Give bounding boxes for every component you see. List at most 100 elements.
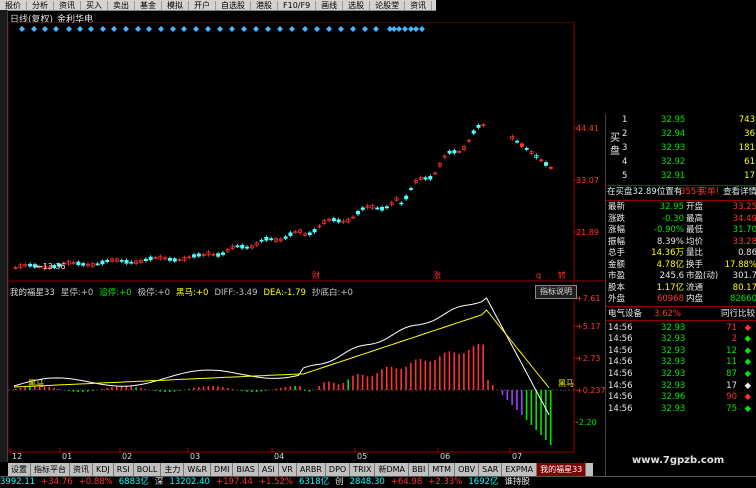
panel-row: 14:56 32.93 2 ◆ <box>606 333 756 345</box>
quote-value: 8.39% <box>656 236 684 247</box>
quote-label: 流通 <box>686 282 704 293</box>
signal-diamond <box>66 26 72 32</box>
kline-chart[interactable]: 44.41 33.07 21.89 ←13.36 财 涨 q 转 +7.61 +5.17 +2.73… <box>8 22 605 463</box>
status-value: 谁持股 <box>504 477 531 487</box>
panel-row: 4 32.92 61 <box>606 156 756 168</box>
signal-diamond <box>362 26 368 32</box>
toolbar-item[interactable]: 开户 <box>189 1 216 10</box>
candle-body <box>452 150 457 154</box>
status-value: 创 <box>335 477 344 487</box>
candle-body <box>269 238 274 241</box>
bid-price: 32.91 <box>661 171 686 181</box>
indicator-tab[interactable]: 资讯 <box>70 463 93 476</box>
tick-volume: 17 <box>726 380 737 391</box>
top-toolbar: 报价 分析 资讯 买入 卖出 基金 模拟 开户 自选股 港股 F10/F9 画线 选股 论股堂 资讯 <box>0 0 436 11</box>
indicator-tab[interactable]: EXPMA <box>502 463 538 476</box>
indicator-tab[interactable]: 指标平台 <box>31 463 70 476</box>
quote-value: 32.95 <box>659 202 684 212</box>
panel-row: 5 32.91 17 <box>606 170 756 182</box>
panel-row: 14:56 32.93 12 ◆ <box>606 345 756 357</box>
tick-volume: 90 <box>726 392 737 403</box>
toolbar-item[interactable]: 选股 <box>343 1 371 10</box>
toolbar-item[interactable]: F10/F9 <box>278 1 317 10</box>
indicator-value: 星停:+0 <box>61 288 93 298</box>
indicator-tab[interactable]: BBI <box>409 463 430 476</box>
indicator-tab[interactable]: VR <box>279 463 297 476</box>
indicator-tab[interactable]: MTM <box>429 463 456 476</box>
indicator-label: 黑马: <box>176 288 196 298</box>
toolbar-item[interactable]: 卖出 <box>108 1 135 10</box>
x-axis-label: 12 <box>12 452 22 461</box>
order-notice-link[interactable]: 查看详情 <box>723 186 756 198</box>
tick-volume: 75 <box>726 403 737 414</box>
toolbar-item[interactable]: 分析 <box>27 1 54 10</box>
indicator-tab[interactable]: DPO <box>326 463 351 476</box>
candle-body <box>375 207 380 210</box>
toolbar-item[interactable]: 模拟 <box>162 1 189 10</box>
toolbar-item[interactable]: 资讯 <box>405 1 433 10</box>
price-axis-label: 21.89 <box>576 228 599 237</box>
indicator-tab[interactable]: DMI <box>211 463 234 476</box>
toolbar-item[interactable]: 自选股 <box>216 1 251 10</box>
sector-change: 3.62% <box>654 308 682 319</box>
quote-label: 涨幅 <box>608 225 626 235</box>
indicator-tab[interactable]: BIAS <box>233 463 259 476</box>
indicator-number: +0 <box>80 288 94 298</box>
bid-level: 3 <box>622 143 628 153</box>
toolbar-item[interactable]: 买入 <box>81 1 108 10</box>
quote-label: 市盈 <box>608 271 626 281</box>
indicator-tab[interactable]: 主力 <box>161 463 185 476</box>
candle-body <box>544 162 549 166</box>
bid-price: 32.95 <box>661 115 686 125</box>
toolbar-item[interactable]: 论股堂 <box>370 1 406 10</box>
toolbar-item[interactable]: 基金 <box>135 1 162 10</box>
indicator-value: 追停:+0 <box>99 288 131 298</box>
candle-body <box>409 188 414 190</box>
signal-diamond <box>396 26 402 32</box>
candle-body <box>380 206 385 211</box>
quote-value: 0.86 <box>738 248 756 258</box>
candle-body <box>100 260 105 265</box>
quote-panel: 买盘 1 32.95 743 2 32.94 36 3 32.93 181 4 32.92 61 5 32.… <box>605 114 756 476</box>
tick-time: 14:56 <box>608 322 633 333</box>
candle-body <box>288 232 293 236</box>
indicator-tab[interactable]: ARBR <box>297 463 326 476</box>
indicator-axis-label: +2.73 <box>576 354 601 363</box>
price-axis-label: 44.41 <box>576 124 599 133</box>
indicator-help-button[interactable]: 指标说明 <box>535 285 577 299</box>
toolbar-item[interactable]: 资讯 <box>54 1 81 10</box>
separator <box>606 305 756 307</box>
tick-direction-icon: ◆ <box>744 345 751 356</box>
indicator-tab[interactable]: TRIX <box>350 463 376 476</box>
indicator-tab[interactable]: 我的福星33 <box>537 463 587 476</box>
indicator-tab[interactable]: W&R <box>184 463 212 476</box>
indicator-tab[interactable]: SAR <box>479 463 503 476</box>
tick-direction-icon: ◆ <box>744 368 751 379</box>
indicator-tab[interactable]: OBV <box>455 463 480 476</box>
toolbar-item[interactable]: 港股 <box>251 1 278 10</box>
candle-body <box>423 177 428 180</box>
panel-row: 14:56 32.93 87 ◆ <box>606 368 756 380</box>
tick-price: 32.93 <box>661 380 686 391</box>
signal-diamond <box>314 26 320 32</box>
status-value: +0.88% <box>78 477 113 487</box>
panel-row: 振幅 8.39% 均价 33.28 <box>606 236 756 248</box>
indicator-tab[interactable]: 设置 <box>8 463 31 476</box>
indicator-tab[interactable]: KDJ <box>93 463 114 476</box>
quote-label: 外盘 <box>608 294 626 304</box>
tick-direction-icon: ◆ <box>744 403 751 414</box>
indicator-number: -1.79 <box>283 288 306 298</box>
candle-body <box>167 258 172 261</box>
signal-diamond <box>402 26 408 32</box>
indicator-tab[interactable]: 新DMA <box>375 463 410 476</box>
bid-volume: 743 <box>738 115 755 125</box>
peer-compare-link[interactable]: 同行比较 <box>721 308 755 320</box>
signal-diamond <box>413 26 419 32</box>
quote-label: 振幅 <box>608 236 626 247</box>
indicator-tab[interactable]: ASI <box>259 463 279 476</box>
indicator-tab[interactable]: BOLL <box>134 463 162 476</box>
status-value: +2.33% <box>428 477 463 487</box>
indicator-tab[interactable]: RSI <box>114 463 134 476</box>
toolbar-item[interactable]: 画线 <box>316 1 344 10</box>
candle-body <box>95 263 100 266</box>
